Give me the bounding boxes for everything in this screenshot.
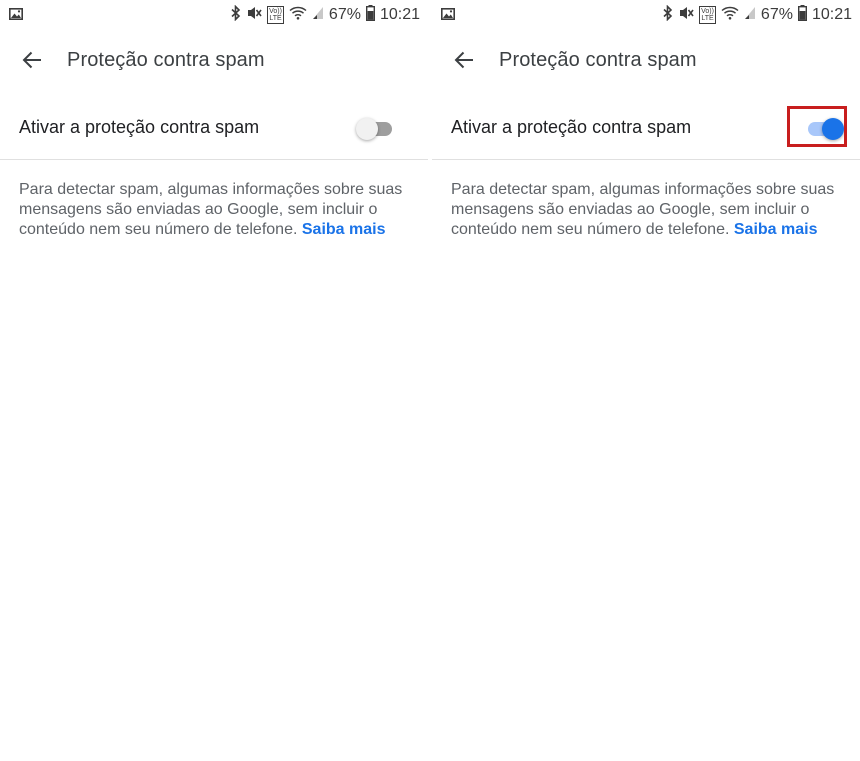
divider [0, 159, 428, 160]
volte-bottom-text: LTE [269, 15, 282, 22]
page-title: Proteção contra spam [499, 49, 697, 71]
volte-top-text: Vo)) [701, 8, 714, 15]
bluetooth-icon [663, 4, 673, 26]
battery-percent: 67% [328, 6, 361, 23]
cell-signal-icon [312, 6, 324, 25]
battery-icon [797, 4, 807, 26]
clock: 10:21 [811, 6, 852, 23]
volte-icon: Vo)) LTE [267, 6, 284, 24]
bluetooth-icon [231, 4, 241, 26]
setting-label: Ativar a proteção contra spam [19, 117, 260, 137]
toggle-thumb [356, 118, 378, 140]
image-notification-icon [441, 7, 455, 25]
volte-bottom-text: LTE [701, 15, 714, 22]
spam-protection-setting-row[interactable]: Ativar a proteção contra spam [432, 100, 860, 158]
cell-signal-icon [744, 6, 756, 25]
spam-protection-toggle[interactable] [356, 117, 396, 141]
image-notification-icon [9, 7, 23, 25]
volte-icon: Vo)) LTE [699, 6, 716, 24]
app-bar: Proteção contra spam [0, 38, 428, 86]
description-text: Para detectar spam, algumas informações … [19, 180, 414, 240]
app-bar: Proteção contra spam [432, 38, 860, 86]
status-bar: Vo)) LTE 67% 10:21 [0, 0, 428, 30]
screen-right: Vo)) LTE 67% 10:21 Proteção contra spam A… [432, 0, 860, 761]
back-button[interactable] [14, 46, 50, 78]
learn-more-link[interactable]: Saiba mais [302, 221, 386, 238]
spam-protection-setting-row[interactable]: Ativar a proteção contra spam [0, 100, 428, 158]
back-arrow-icon [454, 51, 474, 74]
page-title: Proteção contra spam [67, 49, 265, 71]
setting-label: Ativar a proteção contra spam [451, 117, 692, 137]
screen-left: Vo)) LTE 67% 10:21 Proteção contra spam A… [0, 0, 428, 761]
mute-vibrate-icon [246, 5, 262, 26]
wifi-icon [721, 6, 739, 25]
battery-icon [365, 4, 375, 26]
back-arrow-icon [22, 51, 42, 74]
clock: 10:21 [379, 6, 420, 23]
status-icons: Vo)) LTE 67% 10:21 [231, 4, 420, 26]
battery-percent: 67% [760, 6, 793, 23]
volte-top-text: Vo)) [269, 8, 282, 15]
mute-vibrate-icon [678, 5, 694, 26]
status-icons: Vo)) LTE 67% 10:21 [663, 4, 852, 26]
status-bar: Vo)) LTE 67% 10:21 [432, 0, 860, 30]
wifi-icon [289, 6, 307, 25]
description-text: Para detectar spam, algumas informações … [451, 180, 846, 240]
divider [432, 159, 860, 160]
learn-more-link[interactable]: Saiba mais [734, 221, 818, 238]
back-button[interactable] [446, 46, 482, 78]
highlight-annotation-box [787, 106, 847, 147]
